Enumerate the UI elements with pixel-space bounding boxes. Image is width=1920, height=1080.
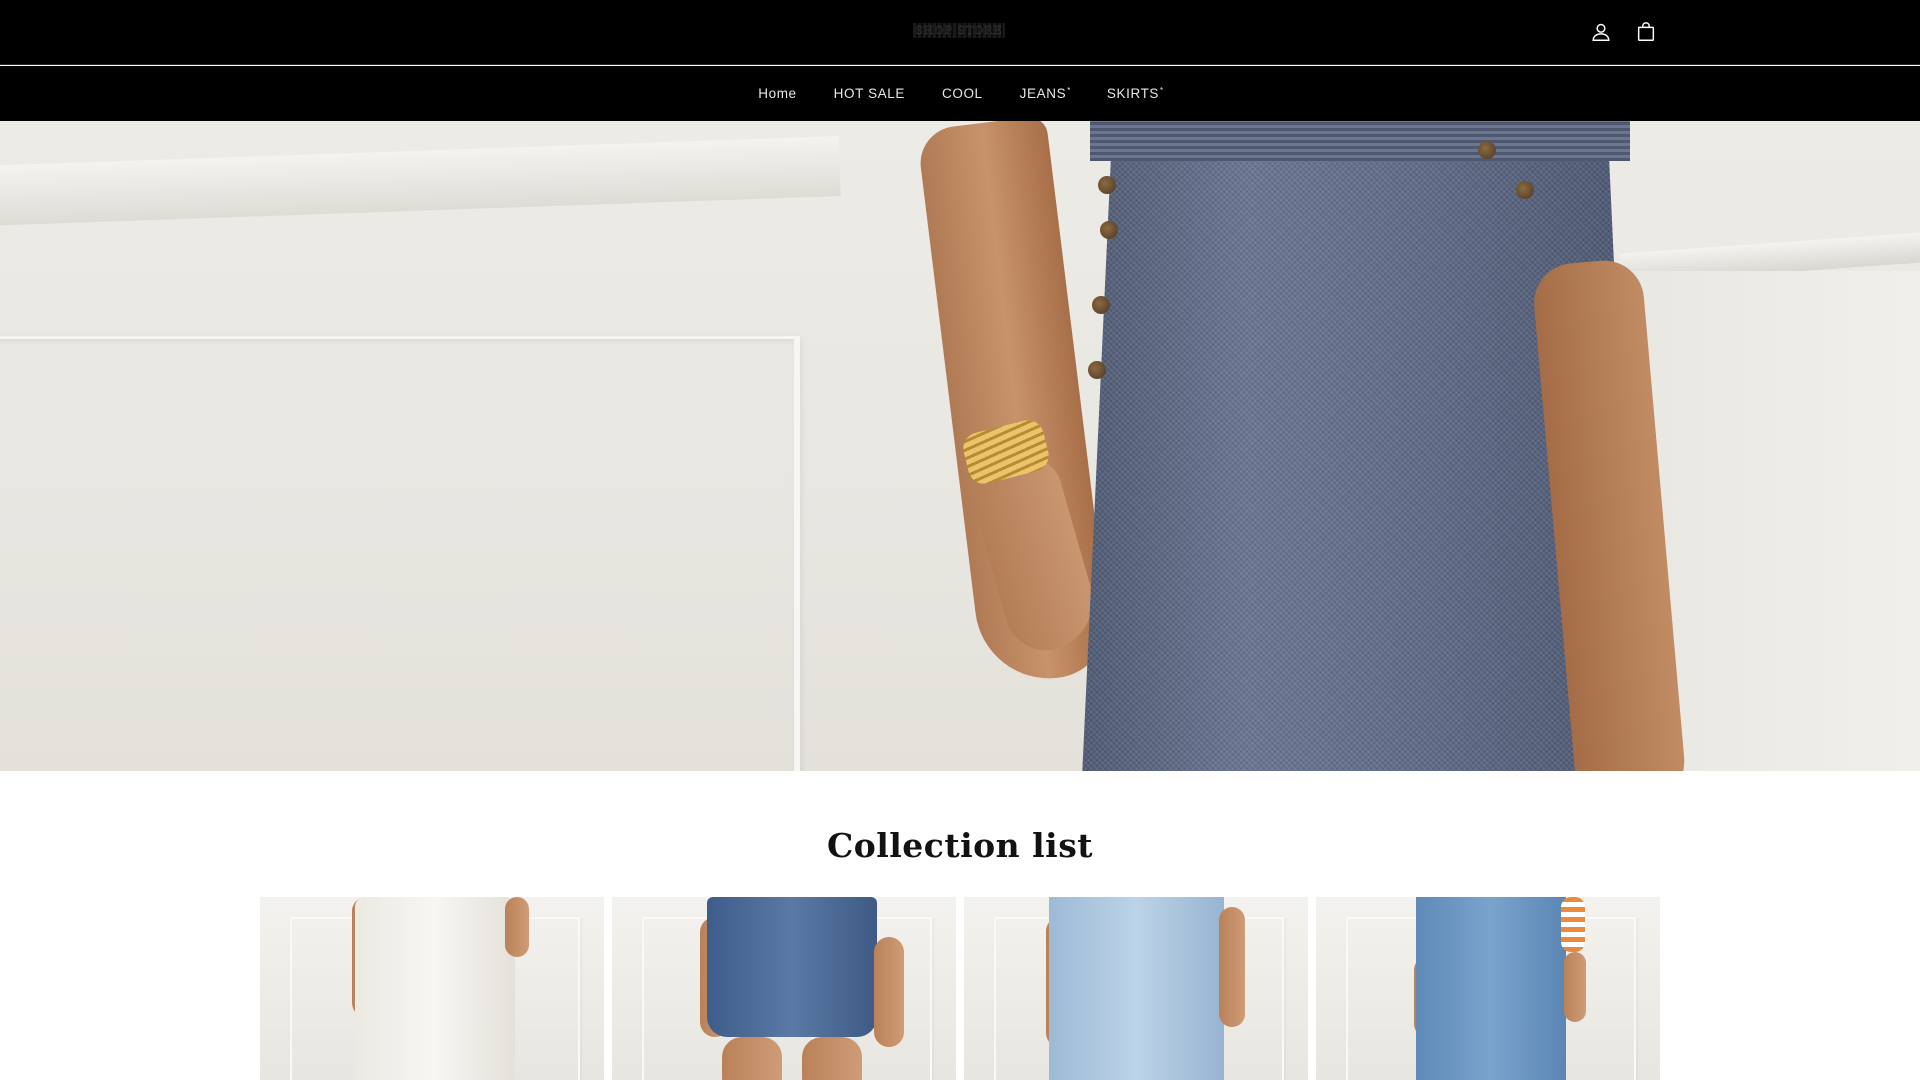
skirts-marker: *: [1160, 86, 1164, 95]
logo-text: SHOP STORE: [913, 22, 1005, 38]
nav-item-cool[interactable]: COOL: [924, 86, 1002, 101]
collection-grid: [260, 897, 1660, 1080]
skirt-button: [1478, 141, 1496, 159]
main-navigation: Home HOT SALE COOL JEANS* SKIRTS*: [0, 66, 1920, 121]
account-icon[interactable]: [1589, 20, 1613, 44]
skirt-button: [1100, 221, 1118, 239]
jeans-marker: *: [1067, 86, 1071, 95]
skirt-button: [1516, 181, 1534, 199]
nav-item-hot-sale[interactable]: HOT SALE: [816, 86, 924, 101]
collection-image-denim-skirt: [1416, 897, 1566, 1080]
skirt-button: [1092, 296, 1110, 314]
collection-card[interactable]: [612, 897, 956, 1080]
hero-banner[interactable]: [0, 121, 1920, 771]
collection-image-white-pants: [355, 897, 515, 1080]
nav-item-jeans[interactable]: JEANS*: [1002, 86, 1089, 101]
collection-image-light-jeans: [1049, 897, 1224, 1080]
store-logo[interactable]: SHOP STORE: [908, 22, 1010, 38]
nav-item-home[interactable]: Home: [740, 86, 815, 101]
skirt-button: [1088, 361, 1106, 379]
nav-item-skirts[interactable]: SKIRTS*: [1089, 86, 1182, 101]
collection-title: Collection list: [826, 826, 1094, 865]
cart-bag-icon[interactable]: [1634, 20, 1658, 44]
site-header: SHOP STORE: [0, 0, 1920, 65]
skirt-waistband: [1090, 121, 1630, 161]
wall-molding: [0, 136, 841, 226]
skirt-button: [1098, 176, 1116, 194]
nav-list: Home HOT SALE COOL JEANS* SKIRTS*: [740, 86, 1182, 101]
collection-image-denim-shorts: [707, 897, 877, 1037]
collection-card[interactable]: [1316, 897, 1660, 1080]
wall-panel: [0, 336, 800, 771]
collection-card[interactable]: [260, 897, 604, 1080]
collection-card[interactable]: [964, 897, 1308, 1080]
